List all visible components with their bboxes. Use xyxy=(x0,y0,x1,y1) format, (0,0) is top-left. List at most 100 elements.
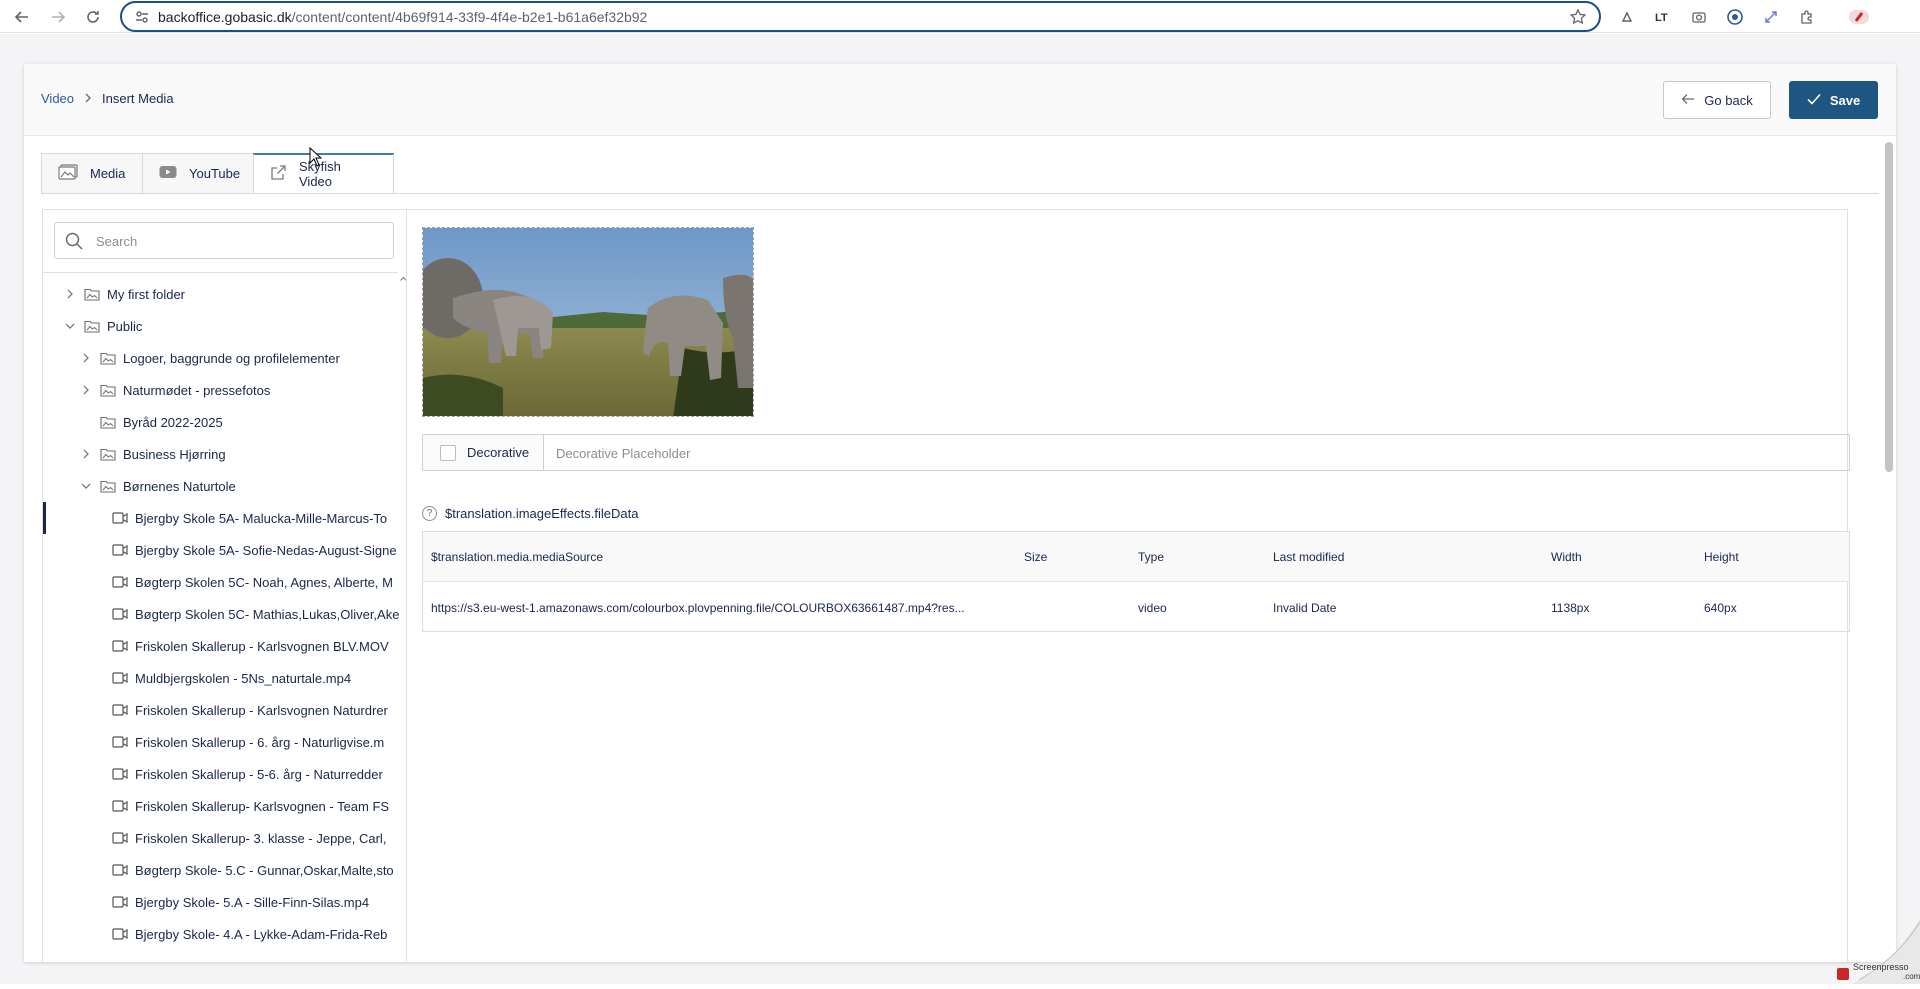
video-file-icon xyxy=(111,894,129,910)
back-arrow-icon[interactable] xyxy=(10,5,34,29)
chevron-down-icon[interactable] xyxy=(78,478,94,494)
save-label: Save xyxy=(1829,92,1861,108)
breadcrumb-video-link[interactable]: Video xyxy=(41,91,74,106)
video-file-icon xyxy=(111,606,129,622)
tree-item-label: Bjergby Skole 5A- Malucka-Mille-Marcus-T… xyxy=(135,510,388,526)
tree-item-video[interactable]: Friskolen Skallerup- Karlsvognen - Team … xyxy=(43,790,398,822)
address-bar[interactable]: backoffice.gobasic.dk/content/content/4b… xyxy=(120,1,1601,32)
tree-item-label: My first folder xyxy=(107,286,186,302)
profile-avatar-icon[interactable] xyxy=(1848,6,1870,28)
folder-icon xyxy=(99,414,117,430)
tree-item-video[interactable]: Bøgterp Skole- 5.C - Gunnar,Oskar,Malte,… xyxy=(43,854,398,886)
chevron-right-icon[interactable] xyxy=(78,350,94,366)
tree-item-label: Friskolen Skallerup- 3. klasse - Jeppe, … xyxy=(135,830,387,846)
folder-icon xyxy=(83,286,101,302)
decorative-placeholder-input[interactable]: Decorative Placeholder xyxy=(556,446,690,461)
extension-languagetool-icon[interactable]: LT xyxy=(1652,6,1674,28)
chevron-right-icon[interactable] xyxy=(62,286,78,302)
chevron-down-icon[interactable] xyxy=(62,318,78,334)
tree-item-video[interactable]: Friskolen Skallerup - 5-6. årg - Naturre… xyxy=(43,758,398,790)
tree-item-label: Friskolen Skallerup - Karlsvognen Naturd… xyxy=(135,702,388,718)
tree-item-label: Friskolen Skallerup- Karlsvognen - Team … xyxy=(135,798,390,814)
tab-skyfish-video[interactable]: Skyfish Video xyxy=(253,153,394,194)
tab-youtube[interactable]: YouTube xyxy=(142,153,253,194)
tree-item-video[interactable]: Bøgterp Skolen 5C- Mathias,Lukas,Oliver,… xyxy=(43,598,399,630)
tree-item-label: Logoer, baggrunde og profilelementer xyxy=(123,350,340,366)
tree-item-video[interactable]: Friskolen Skallerup- 3. klasse - Jeppe, … xyxy=(43,822,398,854)
search-input[interactable]: Search xyxy=(54,222,394,259)
screenpresso-watermark-icon: Screenpresso .com xyxy=(1831,918,1920,984)
tree-item-folder[interactable]: Børnenes Naturtole xyxy=(43,470,398,502)
svg-text:.com: .com xyxy=(1903,972,1920,981)
mouse-cursor-icon xyxy=(309,146,323,172)
media-source-tabs: Media YouTube Skyfish Video xyxy=(41,153,394,194)
tree-item-folder[interactable]: Logoer, baggrunde og profilelementer xyxy=(43,342,398,374)
tree-item-video[interactable]: Muldbjergskolen - 5Ns_naturtale.mp4 xyxy=(43,662,398,694)
file-data-title: $translation.imageEffects.fileData xyxy=(445,506,639,521)
chevron-right-icon[interactable] xyxy=(78,382,94,398)
main-scrollbar[interactable] xyxy=(1885,142,1893,472)
site-settings-icon[interactable] xyxy=(134,9,150,30)
tree-item-folder[interactable]: Business Hjørring xyxy=(43,438,398,470)
video-file-icon xyxy=(111,574,129,590)
tree-item-video[interactable]: Friskolen Skallerup - Karlsvognen Naturd… xyxy=(43,694,398,726)
video-file-icon xyxy=(111,798,129,814)
tree-item-label: Muldbjergskolen - 5Ns_naturtale.mp4 xyxy=(135,670,352,686)
media-details: Decorative Decorative Placeholder ? $tra… xyxy=(407,210,1850,963)
reload-icon[interactable] xyxy=(81,5,105,29)
decorative-checkbox[interactable]: Decorative xyxy=(423,435,544,470)
help-question-icon[interactable]: ? xyxy=(422,506,437,521)
go-back-label: Go back xyxy=(1704,92,1753,108)
tree-item-folder[interactable]: Naturmødet - pressefotos xyxy=(43,374,398,406)
video-file-icon xyxy=(111,638,129,654)
cell-height: 640px xyxy=(1704,601,1737,615)
bookmark-star-icon[interactable] xyxy=(1569,8,1587,31)
tree-item-folder[interactable]: Byråd 2022-2025 xyxy=(43,406,398,438)
search-icon xyxy=(64,231,84,256)
arrow-left-icon xyxy=(1681,93,1695,108)
tree-item-label: Bøgterp Skolen 5C- Noah, Agnes, Alberte,… xyxy=(135,574,393,590)
tree-item-folder[interactable]: Public xyxy=(43,310,398,342)
svg-text:Screenpresso: Screenpresso xyxy=(1853,962,1909,972)
folder-icon xyxy=(99,478,117,494)
url-text: backoffice.gobasic.dk/content/content/4b… xyxy=(158,9,647,25)
column-header-width: Width xyxy=(1551,550,1582,564)
extension-camera-icon[interactable] xyxy=(1688,6,1710,28)
chevron-right-icon[interactable] xyxy=(78,446,94,462)
tree-item-video[interactable]: Bjergby Skole 5A- Malucka-Mille-Marcus-T… xyxy=(43,502,398,534)
column-header-height: Height xyxy=(1704,550,1739,564)
tree-item-video[interactable]: Friskolen Skallerup - Karlsvognen BLV.MO… xyxy=(43,630,398,662)
tree-item-label: Bøgterp Skole- 5.C - Gunnar,Oskar,Malte,… xyxy=(135,862,394,878)
save-button[interactable]: Save xyxy=(1789,81,1878,119)
tree-item-video[interactable]: Friskolen Skallerup - 6. årg - Naturligv… xyxy=(43,726,398,758)
column-header-source: $translation.media.mediaSource xyxy=(431,550,604,564)
tab-media[interactable]: Media xyxy=(41,153,142,194)
column-header-type: Type xyxy=(1138,550,1165,564)
extension-arrows-icon[interactable] xyxy=(1760,6,1782,28)
video-file-icon xyxy=(111,830,129,846)
folder-icon xyxy=(83,318,101,334)
column-header-size: Size xyxy=(1024,550,1048,564)
video-file-icon xyxy=(111,862,129,878)
content-area: Search My first folder Public Logoer, bagg… xyxy=(42,209,1850,963)
url-host: backoffice.gobasic.dk xyxy=(158,9,292,25)
extension-globe-icon[interactable] xyxy=(1724,6,1746,28)
tree-item-label: Naturmødet - pressefotos xyxy=(123,382,271,398)
folder-icon xyxy=(99,382,117,398)
youtube-icon xyxy=(159,165,177,182)
breadcrumb: Video Insert Media xyxy=(41,91,174,106)
forward-arrow-icon[interactable] xyxy=(46,5,70,29)
tree-item-video[interactable]: Bjergby Skole 5A- Sofie-Nedas-August-Sig… xyxy=(43,534,398,566)
cell-last-modified: Invalid Date xyxy=(1273,601,1337,615)
go-back-button[interactable]: Go back xyxy=(1663,81,1771,119)
tree-item-video[interactable]: Bøgterp Skolen 5C- Noah, Agnes, Alberte,… xyxy=(43,566,398,598)
tree-item-video[interactable]: Bjergby Skole- 4.A - Lykke-Adam-Frida-Re… xyxy=(43,918,398,950)
tree-item-video[interactable]: Bjergby Skole- 5.A - Sille-Finn-Silas.mp… xyxy=(43,886,398,918)
extension-recycle-icon[interactable] xyxy=(1616,6,1638,28)
folder-icon xyxy=(99,446,117,462)
extensions-puzzle-icon[interactable] xyxy=(1796,6,1818,28)
tree-item-folder[interactable]: My first folder xyxy=(43,278,398,310)
folder-icon xyxy=(99,350,117,366)
sidebar-scrollbar[interactable] xyxy=(398,272,406,963)
